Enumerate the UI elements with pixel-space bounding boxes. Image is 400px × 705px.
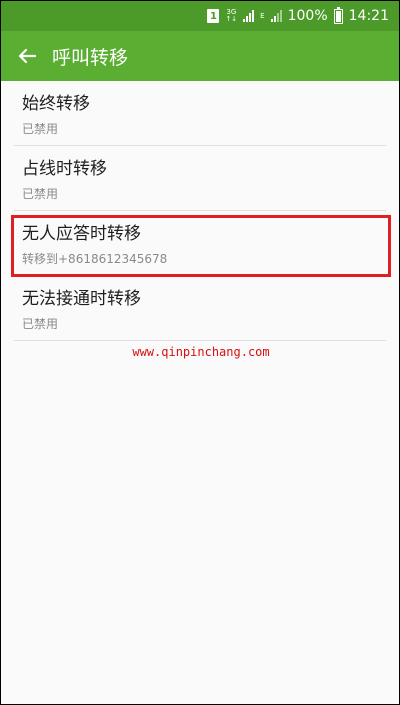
watermark-text: www.qinpinchang.com xyxy=(132,345,270,359)
option-title: 始终转移 xyxy=(22,94,90,114)
option-title: 无法接通时转移 xyxy=(22,289,141,309)
signal-icon xyxy=(243,10,255,22)
option-forward-when-unanswered[interactable]: 无人应答时转移 转移到+8618612345678 xyxy=(14,211,386,276)
battery-icon xyxy=(333,6,343,24)
status-bar: 1 3G ↑↓ E 100% 14:21 xyxy=(1,1,399,31)
battery-percent: 100% xyxy=(287,8,328,24)
clock: 14:21 xyxy=(348,8,389,24)
network-e-label: E xyxy=(260,11,265,20)
app-bar: 呼叫转移 xyxy=(1,31,399,81)
option-title: 无人应答时转移 xyxy=(22,224,141,244)
option-forward-when-unreachable[interactable]: 无法接通时转移 已禁用 xyxy=(14,276,386,341)
page-title: 呼叫转移 xyxy=(52,46,129,69)
back-arrow-icon[interactable] xyxy=(17,46,37,66)
network-3g-icon: 3G ↑↓ xyxy=(225,8,238,23)
option-always-forward[interactable]: 始终转移 已禁用 xyxy=(14,81,386,146)
option-status: 转移到+8618612345678 xyxy=(22,252,168,266)
option-status: 已禁用 xyxy=(22,317,59,331)
option-title: 占线时转移 xyxy=(22,159,107,179)
phone-screen: 1 3G ↑↓ E 100% 14:21 呼叫转移 始终转移 已禁用 占线时转移 xyxy=(0,0,400,705)
sim-icon: 1 xyxy=(207,9,220,23)
signal-icon-2 xyxy=(270,10,282,22)
option-status: 已禁用 xyxy=(22,187,59,201)
network-e-icon: E xyxy=(260,11,265,20)
option-status: 已禁用 xyxy=(22,122,59,136)
option-forward-when-busy[interactable]: 占线时转移 已禁用 xyxy=(14,146,386,211)
forwarding-options-list: 始终转移 已禁用 占线时转移 已禁用 无人应答时转移 转移到+861861234… xyxy=(1,81,399,341)
